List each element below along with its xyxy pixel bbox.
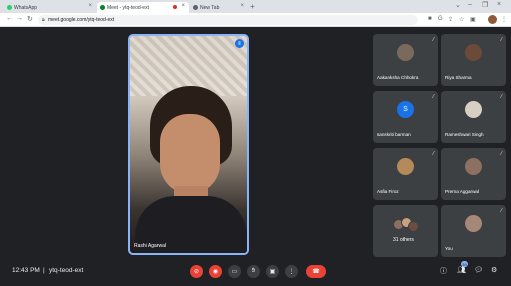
avatar	[465, 101, 482, 118]
avatar	[397, 158, 414, 175]
menu-dots-icon[interactable]: ⋮	[501, 16, 507, 23]
new-tab-plus-icon[interactable]: +	[250, 2, 255, 11]
tab-label: WhatsApp	[14, 4, 38, 11]
chat-icon[interactable]: 💬︎	[474, 266, 483, 274]
participant-tile[interactable]: ⁄ Rameshwari Singh	[441, 91, 506, 143]
participant-tile[interactable]: ⁄ Riya Sharma	[441, 34, 506, 86]
participant-tile[interactable]: ⁄ Prerna Aggarwal	[441, 148, 506, 200]
meet-icon	[100, 5, 105, 10]
avatar	[397, 44, 414, 61]
participant-tile[interactable]: ⁄ Asfia Firoz	[373, 148, 438, 200]
camera-in-use-icon[interactable]: ■	[428, 16, 432, 22]
participant-name: Aakanksha Chhokra	[377, 75, 419, 80]
bookmark-star-icon[interactable]: ☆	[459, 16, 464, 23]
separator: |	[43, 267, 45, 274]
others-tile[interactable]: 31 others	[373, 205, 438, 257]
browser-tab-strip: WhatsApp × Meet - ytq-teod-ext × New Tab…	[0, 0, 511, 13]
url-text: meet.google.com/ytq-teod-ext	[48, 17, 115, 23]
google-icon[interactable]: G	[438, 16, 443, 22]
browser-toolbar: ← → ↻ 🔒︎ meet.google.com/ytq-teod-ext ■ …	[0, 13, 511, 27]
avatar	[465, 215, 482, 232]
leave-call-button[interactable]: ☎︎	[306, 265, 326, 278]
avatar	[465, 44, 482, 61]
present-screen-button[interactable]: ▣	[266, 265, 279, 278]
lock-icon[interactable]: 🔒︎	[42, 17, 45, 23]
address-bar[interactable]: 🔒︎ meet.google.com/ytq-teod-ext	[38, 15, 418, 25]
meeting-code: ytq-teod-ext	[49, 267, 84, 274]
mic-off-icon: ⁄	[501, 208, 502, 214]
meeting-time: 12:43 PM	[12, 267, 40, 274]
tab-new-tab[interactable]: New Tab ×	[190, 2, 248, 13]
people-icon[interactable]: 👥︎	[457, 266, 466, 274]
participant-tile[interactable]: ⁄ S sanskriti barman	[373, 91, 438, 143]
avatar-initial: S	[397, 101, 414, 118]
mic-off-icon: ⁄	[501, 94, 502, 100]
mic-off-button[interactable]: ⊘	[190, 265, 203, 278]
avatar	[465, 158, 482, 175]
minimize-icon[interactable]: –	[468, 1, 472, 8]
participant-name: Prerna Aggarwal	[445, 189, 479, 194]
mic-off-icon: ⁄	[501, 151, 502, 157]
chrome-icon	[193, 5, 198, 10]
people-count-badge: 39	[461, 261, 468, 267]
mic-off-icon: ⁄	[501, 37, 502, 43]
window-close-icon[interactable]: ×	[497, 1, 501, 8]
participant-tile[interactable]: ⁄ Aakanksha Chhokra	[373, 34, 438, 86]
main-video-tile[interactable]: ⦀ Rashi Agarwal	[128, 34, 249, 255]
more-options-button[interactable]: ⋮	[285, 265, 298, 278]
camera-off-button[interactable]: ◉	[209, 265, 222, 278]
participant-name: Rameshwari Singh	[445, 132, 484, 137]
mic-off-icon: ⁄	[433, 37, 434, 43]
avatar	[408, 221, 419, 232]
tab-meet[interactable]: Meet - ytq-teod-ext ×	[97, 2, 189, 13]
restore-icon[interactable]: ❐	[482, 1, 488, 9]
meeting-control-bar: 12:43 PM | ytq-teod-ext ⊘ ◉ ▭ ✋︎ ▣ ⋮ ☎︎ …	[0, 258, 511, 286]
tab-label: New Tab	[200, 4, 220, 11]
mic-off-icon: ⁄	[433, 151, 434, 157]
main-speaker-name: Rashi Agarwal	[134, 243, 166, 249]
profile-avatar[interactable]	[488, 15, 497, 24]
participant-name: sanskriti barman	[377, 132, 411, 137]
mic-off-icon: ⁄	[433, 94, 434, 100]
captions-button[interactable]: ▭	[228, 265, 241, 278]
recording-indicator-icon	[173, 5, 177, 9]
forward-icon[interactable]: →	[16, 15, 23, 22]
others-count: 31 others	[393, 237, 414, 243]
participant-name: You	[445, 246, 453, 251]
close-icon[interactable]: ×	[88, 3, 92, 9]
close-icon[interactable]: ×	[181, 3, 185, 9]
participant-name: Riya Sharma	[445, 75, 472, 80]
tab-whatsapp[interactable]: WhatsApp ×	[4, 2, 96, 13]
speaking-indicator-icon: ⦀	[235, 39, 244, 48]
self-tile[interactable]: ⁄ You	[441, 205, 506, 257]
reload-icon[interactable]: ↻	[27, 15, 33, 23]
activities-icon[interactable]: ⚙︎	[491, 266, 497, 274]
tab-search-icon[interactable]: ⌄	[455, 1, 461, 9]
whatsapp-icon	[7, 5, 12, 10]
close-icon[interactable]: ×	[240, 3, 244, 9]
participant-name: Asfia Firoz	[377, 189, 399, 194]
back-icon[interactable]: ←	[6, 15, 13, 22]
raise-hand-button[interactable]: ✋︎	[247, 265, 260, 278]
tab-label: Meet - ytq-teod-ext	[107, 4, 149, 11]
others-avatar-stack	[393, 217, 419, 233]
video-person-face	[160, 114, 220, 194]
meeting-details-info-icon[interactable]: ⓘ	[440, 266, 447, 276]
share-icon[interactable]: ⇪	[448, 16, 453, 23]
side-panel-icon[interactable]: ▣	[470, 16, 476, 23]
